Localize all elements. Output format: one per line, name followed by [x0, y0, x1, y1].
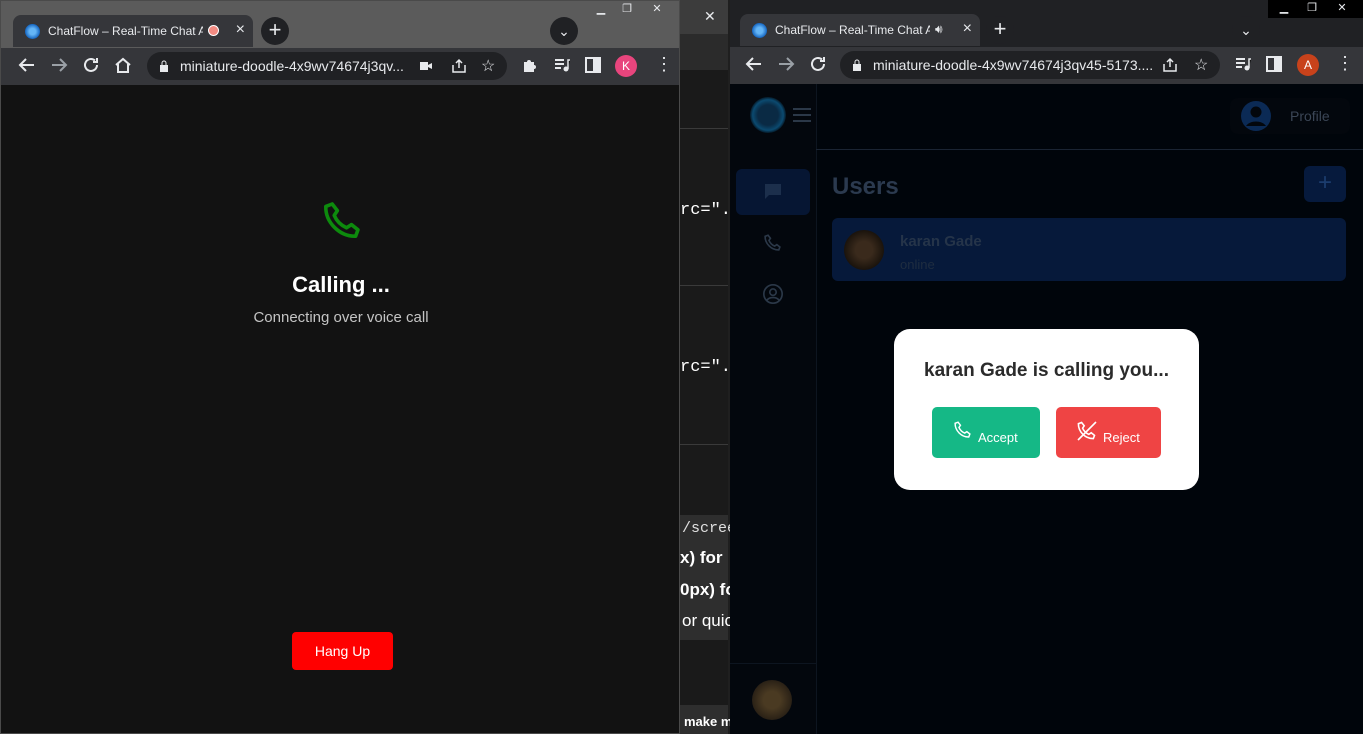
calling-title: Calling ...	[292, 272, 390, 297]
app-logo	[750, 97, 786, 133]
new-tab-button[interactable]: +	[986, 16, 1014, 44]
reload-icon[interactable]	[81, 55, 101, 75]
audio-playing-icon[interactable]: 🔊︎	[935, 22, 943, 37]
background-window: ✕ rc="./ rc="./ /scree x) for 0px) fo or…	[680, 0, 741, 734]
sidebar-item-profile-user-icon[interactable]	[762, 283, 784, 305]
media-control-icon[interactable]	[553, 56, 571, 74]
kebab-menu-icon[interactable]: ⋮	[1336, 54, 1354, 72]
close-window-button[interactable]: ✕	[643, 1, 671, 19]
address-bar[interactable]: miniature-doodle-4x9wv74674j3qv... ☆	[147, 52, 507, 80]
tab-search-button[interactable]: ⌄	[1232, 16, 1260, 44]
lock-icon	[852, 59, 862, 71]
phone-icon	[952, 419, 974, 441]
background-window-close-icon[interactable]: ✕	[704, 8, 716, 25]
hang-up-button[interactable]: Hang Up	[292, 632, 393, 670]
doc-text-line: make m	[684, 714, 733, 729]
lock-icon	[159, 60, 169, 72]
sidebar-item-chats[interactable]	[736, 169, 810, 215]
profile-avatar[interactable]: K	[615, 55, 637, 77]
side-panel-icon[interactable]	[585, 57, 601, 73]
home-icon[interactable]	[113, 55, 133, 75]
user-avatar	[844, 230, 884, 270]
user-status: online	[900, 257, 935, 272]
back-icon[interactable]	[17, 55, 37, 75]
tab-title: ChatFlow – Real-Time Chat A	[48, 24, 203, 38]
reload-icon[interactable]	[808, 54, 828, 74]
tab-close-icon[interactable]: ×	[236, 22, 245, 38]
restore-button[interactable]: ❐	[613, 1, 641, 19]
url-text: miniature-doodle-4x9wv74674j3qv45-5173..…	[873, 57, 1154, 73]
tab-search-button[interactable]: ⌄	[550, 17, 578, 45]
restore-button[interactable]: ❐	[1298, 0, 1326, 18]
user-circle-icon	[1240, 100, 1272, 132]
accept-call-button[interactable]: Accept	[932, 407, 1040, 458]
profile-avatar[interactable]: A	[1297, 54, 1319, 76]
doc-text-line: x) for	[680, 548, 723, 567]
sidebar-divider	[730, 663, 816, 664]
doc-text-line: or quic	[682, 611, 734, 630]
current-user-avatar[interactable]	[752, 680, 792, 720]
forward-icon[interactable]	[776, 54, 796, 74]
chat-icon	[763, 182, 783, 200]
recording-icon	[208, 25, 219, 36]
camera-icon[interactable]	[419, 59, 433, 73]
sidebar-item-calls-phone-icon[interactable]	[762, 232, 784, 254]
user-list-item[interactable]: karan Gade online	[832, 218, 1346, 281]
address-bar[interactable]: miniature-doodle-4x9wv74674j3qv45-5173..…	[840, 51, 1220, 79]
share-icon[interactable]	[1162, 57, 1178, 73]
reject-label: Reject	[1103, 430, 1140, 445]
users-title: Users	[832, 173, 899, 200]
browser-tab[interactable]: ChatFlow – Real-Time Chat A 🔊︎ ×	[740, 14, 980, 46]
bookmark-star-icon[interactable]: ☆	[481, 56, 495, 76]
add-user-button[interactable]: +	[1304, 166, 1346, 202]
media-control-icon[interactable]	[1234, 55, 1252, 73]
forward-icon[interactable]	[49, 55, 69, 75]
browser-tab[interactable]: ChatFlow – Real-Time Chat A ×	[13, 15, 253, 47]
bookmark-star-icon[interactable]: ☆	[1194, 55, 1208, 75]
side-panel-icon[interactable]	[1266, 56, 1282, 72]
profile-button[interactable]: Profile	[1230, 98, 1350, 134]
minimize-button[interactable]: ▁	[1270, 0, 1298, 18]
close-window-button[interactable]: ✕	[1328, 0, 1356, 18]
chatflow-favicon-icon	[25, 24, 40, 39]
phone-off-icon	[1075, 419, 1099, 443]
accept-label: Accept	[978, 430, 1018, 445]
hamburger-menu-icon[interactable]	[792, 107, 812, 123]
extensions-icon[interactable]	[521, 56, 539, 74]
url-text: miniature-doodle-4x9wv74674j3qv...	[180, 58, 404, 74]
kebab-menu-icon[interactable]: ⋮	[655, 55, 673, 73]
tab-close-icon[interactable]: ×	[963, 21, 972, 37]
incoming-call-modal: karan Gade is calling you... Accept Reje…	[894, 329, 1199, 490]
user-name: karan Gade	[900, 233, 982, 250]
calling-subtitle: Connecting over voice call	[253, 309, 429, 326]
phone-icon	[319, 197, 367, 245]
back-icon[interactable]	[744, 54, 764, 74]
reject-call-button[interactable]: Reject	[1056, 407, 1161, 458]
doc-text-line: 0px) fo	[680, 580, 736, 599]
share-icon[interactable]	[451, 58, 467, 74]
chatflow-favicon-icon	[752, 23, 767, 38]
right-browser-window: ▁ ❐ ✕ ChatFlow – Real-Time Chat A 🔊︎ × +…	[730, 0, 1363, 734]
minimize-button[interactable]: ▁	[587, 1, 615, 19]
profile-label: Profile	[1290, 108, 1330, 124]
tab-title: ChatFlow – Real-Time Chat A	[775, 23, 930, 37]
new-tab-button[interactable]: +	[261, 17, 289, 45]
left-browser-window: ▁ ❐ ✕ ChatFlow – Real-Time Chat A × + ⌄ …	[0, 0, 680, 734]
incoming-call-title: karan Gade is calling you...	[924, 360, 1169, 381]
code-snippet: /scree	[682, 520, 737, 537]
